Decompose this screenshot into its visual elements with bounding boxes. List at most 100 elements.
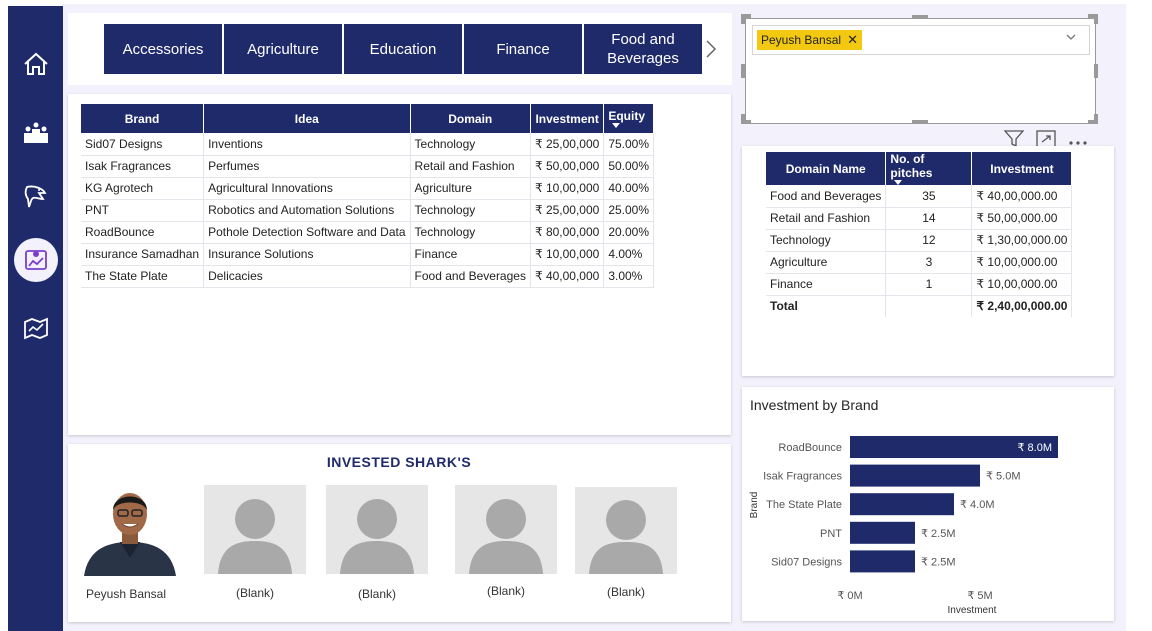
x-tick-label: ₹ 5M — [967, 590, 992, 602]
table-row[interactable]: Insurance Samadhan Insurance Solutions Fin… — [81, 243, 655, 266]
table-row[interactable]: PNT Robotics and Automation Solutions Tech… — [81, 199, 655, 222]
table-row[interactable]: The State Plate Delicacies Food and Bevera… — [81, 265, 655, 288]
cell-equity: 20.00% — [603, 221, 655, 244]
nav-ranking[interactable] — [14, 110, 58, 154]
data-label: ₹ 5.0M — [986, 471, 1021, 483]
resize-handle[interactable] — [741, 64, 745, 78]
tile-finance[interactable]: Finance — [464, 24, 582, 74]
table-row[interactable]: Finance 1 ₹ 10,00,000.00 — [766, 273, 1073, 296]
tile-accessories[interactable]: Accessories — [104, 24, 222, 74]
cell-investment: ₹ 25,00,000 — [530, 133, 605, 156]
cell-investment: ₹ 25,00,000 — [530, 199, 605, 222]
resize-handle[interactable] — [741, 114, 745, 124]
table-row[interactable]: Sid07 Designs Inventions Technology ₹ 25,00… — [81, 133, 655, 156]
table-row[interactable]: Isak Fragrances Perfumes Retail and Fashio… — [81, 155, 655, 178]
column-header-domain-name[interactable]: Domain Name — [766, 152, 887, 185]
category-label: PNT — [820, 528, 842, 540]
category-label: Sid07 Designs — [771, 556, 842, 568]
shark-name-1: Peyush Bansal — [85, 587, 167, 601]
total-cell-domain-name: Total — [766, 294, 887, 317]
nav-home[interactable] — [14, 42, 58, 86]
cell-pitches: 1 — [885, 273, 973, 296]
cell-domain: Finance — [410, 243, 531, 266]
data-label: ₹ 8.0M — [1017, 442, 1052, 454]
resize-handle[interactable] — [912, 120, 928, 124]
shark-dropdown[interactable]: Peyush Bansal ✕ — [752, 25, 1090, 55]
cell-equity: 50.00% — [603, 155, 655, 178]
table-row[interactable]: Technology 12 ₹ 1,30,00,000.00 — [766, 229, 1073, 252]
cell-investment: ₹ 1,30,00,000.00 — [971, 229, 1073, 252]
cell-pitches: 3 — [885, 251, 973, 274]
cell-domain-name: Agriculture — [766, 251, 887, 274]
category-label: Isak Fragrances — [763, 471, 842, 483]
total-cell-investment: ₹ 2,40,00,000.00 — [971, 294, 1073, 317]
column-header-investment[interactable]: Investment — [971, 152, 1073, 185]
investment-by-brand-chart: Investment by Brand RoadBounce ₹ 8.0M Isak… — [742, 387, 1114, 621]
nav-map[interactable] — [14, 306, 58, 350]
equity-header-label: Equity — [608, 109, 645, 123]
category-label: RoadBounce — [778, 442, 842, 454]
column-header-equity[interactable]: Equity — [603, 104, 655, 133]
window-edge — [0, 0, 8, 631]
column-header-brand[interactable]: Brand — [81, 104, 205, 133]
resize-handle[interactable] — [1094, 64, 1098, 78]
analytics-icon — [25, 250, 47, 270]
shark-photo-peyush-bansal — [80, 484, 180, 576]
cell-investment: ₹ 40,00,000 — [530, 265, 605, 288]
cell-brand: The State Plate — [81, 265, 205, 288]
tile-food-and-beverages[interactable]: Food and Beverages — [584, 24, 702, 74]
cell-idea: Delicacies — [203, 265, 411, 288]
cell-domain-name: Food and Beverages — [766, 185, 887, 208]
resize-handle[interactable] — [1094, 14, 1098, 24]
data-label: ₹ 2.5M — [921, 556, 956, 568]
column-header-no-of-pitches[interactable]: No. of pitches — [885, 152, 973, 185]
cell-investment: ₹ 50,00,000.00 — [971, 207, 1073, 230]
table-row[interactable]: Agriculture 3 ₹ 10,00,000.00 — [766, 251, 1073, 274]
report-canvas: Accessories Agriculture Education Financ… — [0, 0, 1152, 631]
column-header-investment[interactable]: Investment — [530, 104, 605, 133]
domain-table-card: Domain Name No. of pitches Investment Fo… — [742, 146, 1114, 376]
selected-chip-label: Peyush Bansal — [761, 33, 842, 47]
shark-name-4: (Blank) — [486, 584, 525, 598]
bar[interactable] — [850, 550, 915, 573]
nav-analytics[interactable] — [14, 238, 58, 282]
sharks-title: INVESTED SHARK'S — [326, 454, 472, 470]
bar-chart-svg: RoadBounce ₹ 8.0M Isak Fragrances ₹ 5.0M The… — [749, 436, 1058, 616]
table-row[interactable]: RoadBounce Pothole Detection Software and… — [81, 221, 655, 244]
sort-descending-icon — [612, 123, 621, 128]
tile-education[interactable]: Education — [344, 24, 462, 74]
chevron-down-icon[interactable] — [1065, 30, 1077, 46]
table-row[interactable]: Retail and Fashion 14 ₹ 50,00,000.00 — [766, 207, 1073, 230]
deals-table: Brand Idea Domain Investment Equity Sid0… — [81, 104, 655, 288]
x-axis-title: Investment — [948, 605, 997, 616]
category-label: The State Plate — [766, 499, 842, 511]
resize-handle[interactable] — [1094, 114, 1098, 124]
x-tick-label: ₹ 0M — [837, 590, 862, 602]
bar[interactable] — [850, 493, 954, 516]
chevron-right-icon[interactable] — [704, 37, 722, 61]
remove-chip-icon[interactable]: ✕ — [847, 32, 858, 48]
shark-name-3: (Blank) — [357, 587, 396, 601]
map-icon — [24, 317, 48, 340]
resize-handle[interactable] — [741, 14, 745, 24]
table-row[interactable]: Food and Beverages 35 ₹ 40,00,000.00 — [766, 185, 1073, 208]
column-header-idea[interactable]: Idea — [203, 104, 411, 133]
cell-brand: KG Agrotech — [81, 177, 205, 200]
cell-domain-name: Technology — [766, 229, 887, 252]
table-row[interactable]: KG Agrotech Agricultural Innovations Agric… — [81, 177, 655, 200]
domain-tile-slicer: Accessories Agriculture Education Financ… — [68, 13, 732, 85]
cell-equity: 3.00% — [603, 265, 655, 288]
tile-agriculture[interactable]: Agriculture — [224, 24, 342, 74]
cell-brand: PNT — [81, 199, 205, 222]
y-axis-title: Brand — [749, 492, 760, 519]
column-header-domain[interactable]: Domain — [410, 104, 531, 133]
cell-equity: 25.00% — [603, 199, 655, 222]
cell-idea: Perfumes — [203, 155, 411, 178]
bar[interactable] — [850, 521, 915, 544]
cell-brand: Isak Fragrances — [81, 155, 205, 178]
cell-domain: Retail and Fashion — [410, 155, 531, 178]
bar[interactable] — [850, 464, 980, 487]
resize-handle[interactable] — [912, 15, 928, 19]
shark-filter-slicer: Peyush Bansal ✕ — [745, 18, 1096, 124]
nav-shark[interactable] — [14, 174, 58, 218]
